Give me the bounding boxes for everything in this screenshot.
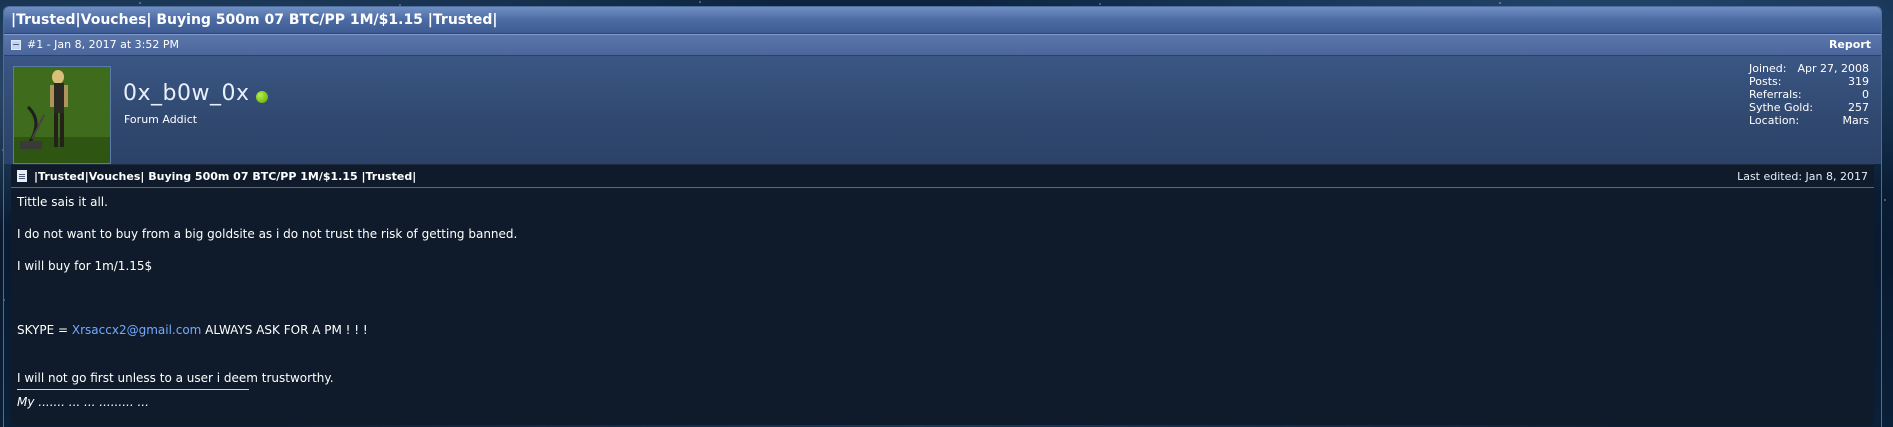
post-header: |Trusted|Vouches| Buying 500m 07 BTC/PP … — [11, 165, 1874, 188]
stat-referrals: Referrals: 0 — [1749, 88, 1869, 101]
online-status-indicator — [256, 91, 268, 103]
message-line-skype: SKYPE = Xrsaccx2@gmail.com ALWAYS ASK FO… — [17, 323, 368, 337]
stat-value: 257 — [1848, 101, 1869, 114]
stat-joined: Joined: Apr 27, 2008 — [1749, 62, 1869, 75]
signature-text: My ....... ... ... ......... ... — [17, 395, 149, 409]
skype-prefix: SKYPE = — [17, 323, 72, 337]
skype-suffix: ALWAYS ASK FOR A PM ! ! ! — [201, 323, 368, 337]
thread-container: |Trusted|Vouches| Buying 500m 07 BTC/PP … — [3, 6, 1882, 427]
post-body: |Trusted|Vouches| Buying 500m 07 BTC/PP … — [11, 164, 1874, 425]
stat-value: 0 — [1862, 88, 1869, 101]
stat-value: Apr 27, 2008 — [1797, 62, 1869, 75]
stat-label: Sythe Gold: — [1749, 101, 1814, 114]
stat-label: Joined: — [1749, 62, 1787, 75]
avatar[interactable] — [13, 66, 111, 164]
stat-label: Location: — [1749, 114, 1800, 127]
thread-title: |Trusted|Vouches| Buying 500m 07 BTC/PP … — [4, 7, 1881, 34]
stat-value: Mars — [1842, 114, 1870, 127]
stat-value: 319 — [1848, 75, 1869, 88]
email-link[interactable]: Xrsaccx2@gmail.com — [72, 323, 201, 337]
post-icon — [11, 40, 21, 50]
post-title: |Trusted|Vouches| Buying 500m 07 BTC/PP … — [34, 169, 417, 183]
message-line: I do not want to buy from a big goldsite… — [17, 227, 518, 241]
last-edited: Last edited: Jan 8, 2017 — [1737, 169, 1868, 183]
post-meta-left: #1 - Jan 8, 2017 at 3:52 PM — [11, 35, 179, 55]
user-stats: Joined: Apr 27, 2008 Posts: 319 Referral… — [1749, 62, 1869, 127]
stat-label: Posts: — [1749, 75, 1782, 88]
stat-location: Location: Mars — [1749, 114, 1869, 127]
avatar-image — [14, 67, 110, 163]
stat-posts: Posts: 319 — [1749, 75, 1869, 88]
username[interactable]: 0x_b0w_0x — [123, 81, 250, 106]
message-line: I will not go first unless to a user i d… — [17, 371, 334, 385]
post-permalink[interactable]: #1 - Jan 8, 2017 at 3:52 PM — [27, 35, 179, 55]
signature-divider — [17, 389, 249, 390]
message-line: Tittle sais it all. — [17, 195, 108, 209]
stat-label: Referrals: — [1749, 88, 1802, 101]
user-title: Forum Addict — [124, 113, 198, 126]
stat-sythe-gold: Sythe Gold: 257 — [1749, 101, 1869, 114]
post-meta-bar: #1 - Jan 8, 2017 at 3:52 PM Report — [4, 34, 1881, 56]
report-button[interactable]: Report — [1829, 35, 1871, 55]
document-icon — [17, 170, 27, 182]
post-title-wrap: |Trusted|Vouches| Buying 500m 07 BTC/PP … — [17, 170, 416, 183]
message-line: I will buy for 1m/1.15$ — [17, 259, 153, 273]
user-info-panel: 0x_b0w_0x Forum Addict Joined: Apr 27, 2… — [4, 56, 1881, 164]
